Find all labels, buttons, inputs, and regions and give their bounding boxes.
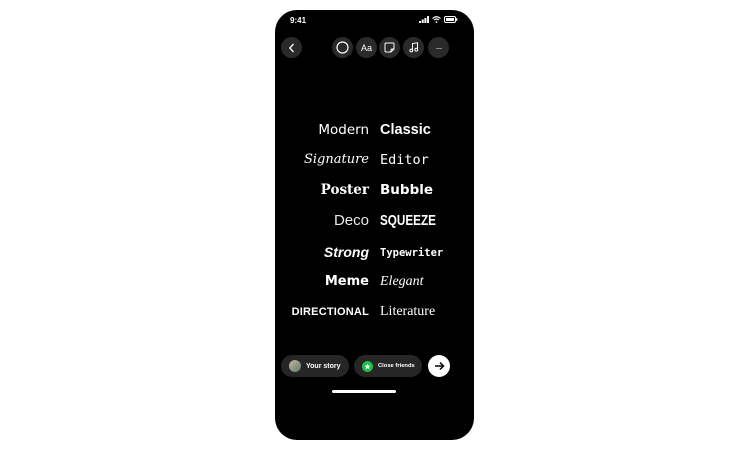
font-option-classic[interactable]: Classic (380, 122, 431, 138)
font-row: Strong Typewriter (275, 244, 474, 268)
your-story-button[interactable]: Your story (281, 355, 349, 377)
font-option-editor[interactable]: Editor (380, 152, 429, 168)
home-indicator (332, 390, 396, 393)
chevron-left-icon (288, 43, 294, 52)
font-row: Poster Bubble (275, 182, 474, 206)
font-option-poster[interactable]: Poster (321, 182, 369, 198)
sticker-icon (384, 42, 395, 53)
share-bar: Your story Close friends (275, 355, 474, 377)
sticker-button[interactable] (379, 37, 400, 58)
font-option-bubble[interactable]: Bubble (380, 182, 433, 198)
text-button[interactable]: Aa (356, 37, 377, 58)
back-button[interactable] (281, 37, 302, 58)
font-option-deco[interactable]: Deco (334, 212, 369, 229)
close-friends-button[interactable]: Close friends (354, 355, 422, 377)
status-icons (419, 16, 458, 23)
font-option-strong[interactable]: Strong (324, 244, 369, 260)
close-friends-label: Close friends (378, 363, 415, 369)
arrow-right-icon (434, 361, 445, 371)
font-option-signature[interactable]: Signature (304, 152, 369, 167)
avatar (289, 360, 301, 372)
phone-screen: 9:41 Aa ··· Modern Classic Signature Edi… (275, 10, 474, 440)
music-button[interactable] (403, 37, 424, 58)
story-toolbar: Aa ··· (275, 37, 474, 59)
your-story-label: Your story (306, 362, 341, 370)
more-icon: ··· (435, 42, 443, 53)
more-button[interactable]: ··· (428, 37, 449, 58)
wifi-icon (432, 16, 441, 23)
circle-button[interactable] (332, 37, 353, 58)
font-option-modern[interactable]: Modern (318, 122, 369, 138)
font-row: Signature Editor (275, 152, 474, 176)
font-option-squeeze[interactable]: SQUEEZE (380, 212, 436, 229)
circle-icon (336, 41, 349, 54)
status-bar: 9:41 (275, 10, 474, 32)
font-row: Modern Classic (275, 122, 474, 146)
music-icon (408, 42, 418, 53)
font-option-literature[interactable]: Literature (380, 304, 435, 320)
font-option-directional[interactable]: DIRECTIONAL (292, 306, 369, 318)
font-picker: Modern Classic Signature Editor Poster B… (275, 110, 474, 320)
font-row: Deco SQUEEZE (275, 212, 474, 236)
battery-icon (444, 16, 458, 23)
text-label: Aa (360, 42, 372, 53)
status-time: 9:41 (290, 16, 307, 25)
signal-icon (419, 16, 429, 23)
font-row: DIRECTIONAL Literature (275, 304, 474, 328)
font-option-elegant[interactable]: Elegant (380, 274, 424, 290)
close-friends-star-icon (362, 360, 373, 372)
font-option-meme[interactable]: Meme (325, 274, 369, 289)
font-row: Meme Elegant (275, 274, 474, 298)
font-option-typewriter[interactable]: Typewriter (380, 247, 443, 259)
next-button[interactable] (428, 355, 450, 377)
